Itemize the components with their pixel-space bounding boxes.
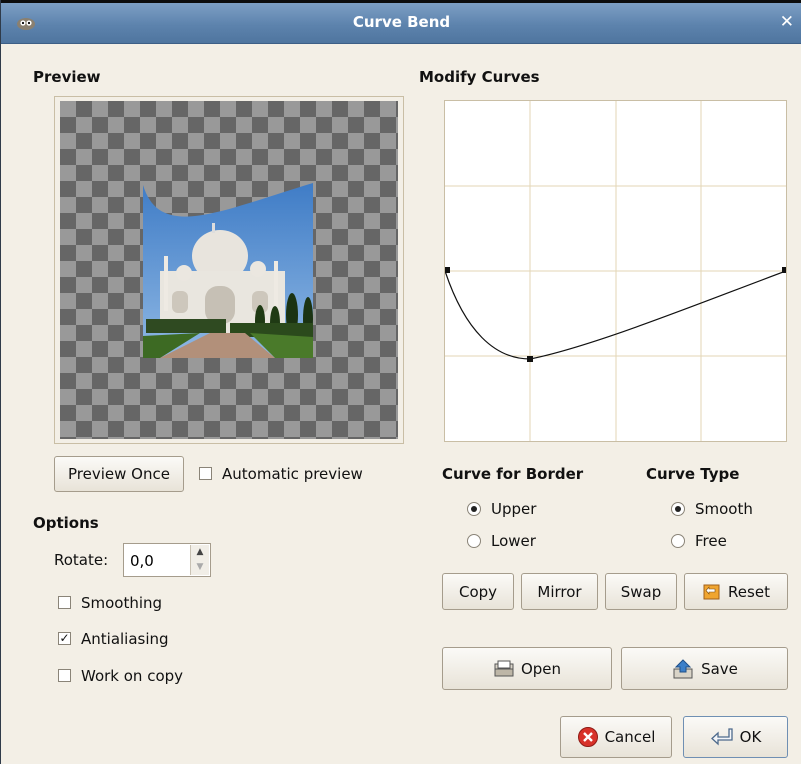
swap-label: Swap (620, 582, 662, 601)
curve-type-heading: Curve Type (646, 465, 740, 483)
reset-button[interactable]: Reset (684, 573, 788, 610)
smoothing-checkbox[interactable] (58, 596, 71, 609)
reset-icon (703, 584, 720, 599)
copy-label: Copy (458, 582, 498, 601)
save-label: Save (701, 659, 738, 678)
curve-point-middle[interactable] (527, 356, 533, 362)
preview-area (54, 96, 404, 444)
mirror-button[interactable]: Mirror (521, 573, 598, 610)
free-radio[interactable] (671, 534, 685, 548)
copy-button[interactable]: Copy (442, 573, 514, 610)
antialiasing-label[interactable]: Antialiasing (81, 630, 169, 648)
curve-for-border-heading: Curve for Border (442, 465, 584, 483)
smooth-radio[interactable] (671, 502, 685, 516)
free-label[interactable]: Free (695, 532, 727, 550)
work-on-copy-label[interactable]: Work on copy (81, 667, 183, 685)
curve-point-left[interactable] (444, 267, 450, 273)
rotate-spinbutton[interactable]: 0,0 ▲ ▼ (123, 543, 211, 577)
options-heading: Options (33, 514, 99, 532)
modify-curves-heading: Modify Curves (419, 68, 540, 86)
save-button[interactable]: Save (621, 647, 788, 690)
spin-down-icon[interactable]: ▼ (191, 560, 209, 575)
rotate-value[interactable]: 0,0 (130, 552, 154, 570)
curve-point-right[interactable] (782, 267, 788, 273)
upper-radio[interactable] (467, 502, 481, 516)
close-icon[interactable]: ✕ (780, 13, 794, 31)
upper-label[interactable]: Upper (491, 500, 536, 518)
lower-radio[interactable] (467, 534, 481, 548)
curve-editor[interactable] (444, 100, 788, 442)
curve-grid (445, 101, 786, 441)
smooth-label[interactable]: Smooth (695, 500, 753, 518)
preview-image (143, 183, 313, 358)
preview-once-button[interactable]: Preview Once (54, 456, 184, 492)
automatic-preview-checkbox[interactable] (199, 467, 212, 480)
rotate-arrows[interactable]: ▲ ▼ (190, 545, 209, 575)
open-label: Open (520, 659, 562, 678)
cancel-button[interactable]: Cancel (560, 716, 672, 758)
smoothing-label[interactable]: Smoothing (81, 594, 162, 612)
curve-canvas[interactable] (444, 101, 788, 441)
ok-label: OK (739, 728, 762, 746)
preview-once-label: Preview Once (68, 465, 170, 483)
reset-label: Reset (728, 582, 770, 601)
mirror-label: Mirror (537, 582, 582, 601)
spin-up-icon[interactable]: ▲ (191, 545, 209, 560)
ok-button[interactable]: OK (683, 716, 788, 758)
window-title: Curve Bend (352, 13, 451, 31)
open-button[interactable]: Open (442, 647, 612, 690)
cancel-icon (577, 727, 598, 747)
rotate-label: Rotate: (54, 551, 109, 569)
automatic-preview-label[interactable]: Automatic preview (222, 465, 363, 483)
open-icon (494, 660, 514, 676)
antialiasing-checkbox[interactable]: ✓ (58, 632, 71, 645)
swap-button[interactable]: Swap (605, 573, 677, 610)
preview-heading: Preview (33, 68, 101, 86)
title-bar[interactable]: Curve Bend ✕ (1, 3, 801, 44)
lower-label[interactable]: Lower (491, 532, 536, 550)
ok-icon (710, 728, 733, 746)
work-on-copy-checkbox[interactable] (58, 669, 71, 682)
save-icon (673, 658, 693, 678)
curve-bend-dialog: Curve Bend ✕ Preview Preview Once Automa… (0, 0, 801, 764)
cancel-label: Cancel (604, 728, 656, 746)
